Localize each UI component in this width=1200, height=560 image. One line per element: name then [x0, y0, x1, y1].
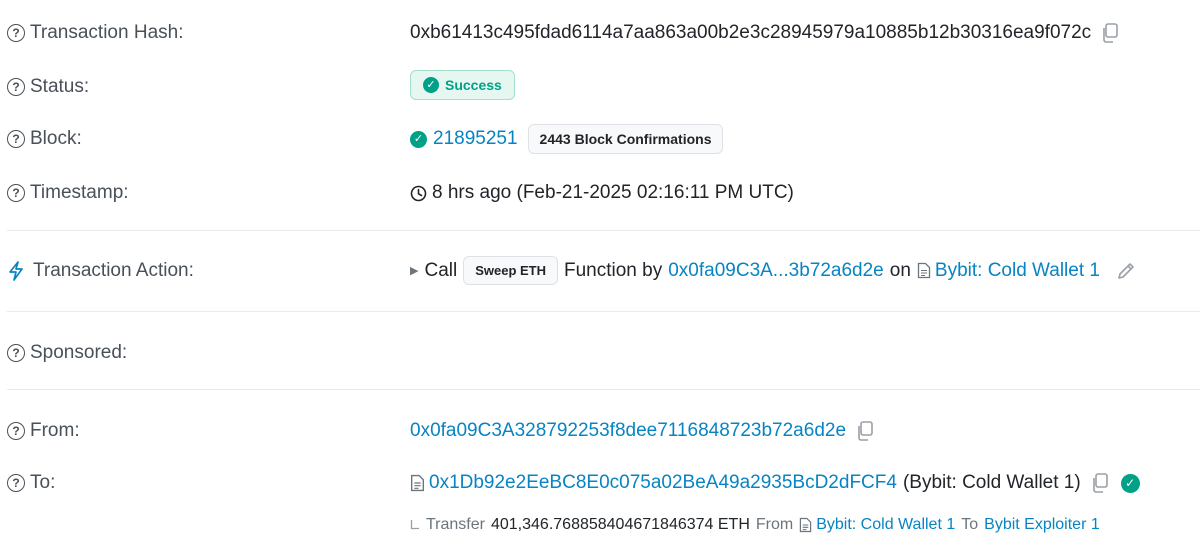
action-call-text: Call	[424, 259, 458, 281]
edit-pencil-icon[interactable]	[1116, 261, 1136, 281]
transfer-label: Transfer	[426, 516, 485, 533]
transfer-to-label: To	[961, 516, 979, 533]
help-icon[interactable]: ?	[7, 78, 25, 96]
transaction-action-label: Transaction Action:	[33, 260, 194, 281]
transaction-details: ? Transaction Hash: 0xb61413c495fdad6114…	[0, 0, 1200, 560]
contract-file-icon	[917, 262, 931, 279]
transfer-to-link[interactable]: Bybit Exploiter 1	[984, 516, 1100, 534]
transfer-amount: 401,346.768858404671846374 ETH	[490, 516, 750, 533]
timestamp-value: 8 hrs ago (Feb-21-2025 02:16:11 PM UTC)	[432, 182, 794, 203]
caller-address-link[interactable]: 0x0fa09C3A...3b72a6d2e	[668, 260, 884, 282]
function-name-badge: Sweep ETH	[463, 256, 558, 285]
copy-icon[interactable]	[1091, 473, 1109, 493]
divider	[7, 389, 1200, 390]
action-on-text: on	[889, 259, 911, 281]
check-circle-icon: ✓	[410, 130, 427, 148]
help-icon[interactable]: ?	[7, 422, 25, 440]
action-function-by-text: Function by	[564, 259, 663, 281]
divider	[7, 311, 1200, 312]
to-address-name: (Bybit: Cold Wallet 1)	[902, 472, 1081, 493]
contract-file-icon	[799, 517, 812, 533]
branch-icon	[410, 519, 420, 531]
help-icon[interactable]: ?	[7, 24, 25, 42]
block-confirmations-badge: 2443 Block Confirmations	[527, 124, 724, 154]
row-sponsored: ? Sponsored:	[0, 340, 1200, 368]
to-label: To:	[30, 472, 56, 493]
divider	[7, 230, 1200, 231]
block-label: Block:	[30, 128, 82, 149]
help-icon[interactable]: ?	[7, 344, 25, 362]
row-transaction-hash: ? Transaction Hash: 0xb61413c495fdad6114…	[0, 20, 1200, 48]
row-from: ? From: 0x0fa09C3A328792253f8dee71168487…	[0, 418, 1200, 446]
contract-file-icon	[410, 474, 425, 492]
caret-right-icon[interactable]: ▶	[410, 264, 418, 277]
row-block: ? Block: ✓ 21895251 2443 Block Confirmat…	[0, 124, 1200, 158]
row-status: ? Status: ✓ Success	[0, 70, 1200, 104]
help-icon[interactable]: ?	[7, 474, 25, 492]
copy-icon[interactable]	[1101, 23, 1119, 43]
clock-icon	[410, 185, 427, 202]
transaction-hash-label: Transaction Hash:	[30, 22, 184, 43]
timestamp-label: Timestamp:	[30, 182, 129, 203]
contract-name-link[interactable]: Bybit: Cold Wallet 1	[935, 260, 1100, 282]
verified-check-icon: ✓	[1120, 473, 1140, 493]
help-icon[interactable]: ?	[7, 184, 25, 202]
status-badge: ✓ Success	[410, 70, 515, 100]
status-value: Success	[445, 77, 502, 93]
help-icon[interactable]: ?	[7, 130, 25, 148]
block-number-link[interactable]: 21895251	[433, 128, 518, 150]
copy-icon[interactable]	[856, 421, 874, 441]
sponsored-label: Sponsored:	[30, 342, 128, 363]
check-circle-icon: ✓	[423, 77, 439, 93]
status-label: Status:	[30, 76, 90, 97]
transfer-from-label: From	[755, 516, 794, 533]
row-timestamp: ? Timestamp: 8 hrs ago (Feb-21-2025 02:1…	[0, 180, 1200, 208]
row-transaction-action: Transaction Action: ▶ Call Sweep ETH Fun…	[0, 256, 1200, 290]
transfer-line: Transfer 401,346.768858404671846374 ETH …	[410, 514, 1100, 536]
row-to: ? To: 0x1Db92e2EeBC8E0c075a02BeA49a2935B…	[0, 470, 1200, 498]
from-label: From:	[30, 420, 80, 441]
transaction-hash-value: 0xb61413c495fdad6114a7aa863a00b2e3c28945…	[410, 22, 1092, 43]
from-address-link[interactable]: 0x0fa09C3A328792253f8dee7116848723b72a6d…	[410, 420, 846, 442]
lightning-icon	[7, 261, 25, 281]
transfer-from-link[interactable]: Bybit: Cold Wallet 1	[816, 516, 955, 534]
to-address-link[interactable]: 0x1Db92e2EeBC8E0c075a02BeA49a2935BcD2dFC…	[429, 472, 897, 494]
